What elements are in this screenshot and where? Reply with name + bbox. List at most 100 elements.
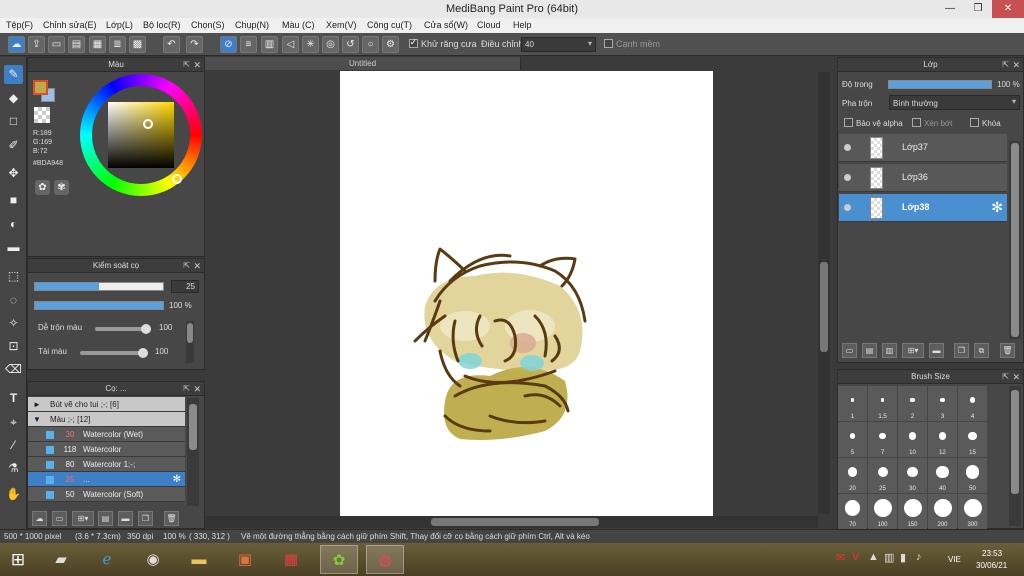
close-button[interactable]: ✕ [992,0,1024,18]
expand-icon[interactable]: ⇱ [183,259,190,273]
expand-icon[interactable]: ⇱ [1002,370,1009,384]
snap-settings-icon[interactable]: ⚙ [382,36,399,53]
lock-checkbox[interactable] [970,118,979,127]
snap-grid-icon[interactable]: ▥ [261,36,278,53]
eyedropper-tool-icon[interactable]: ⁄ [4,436,23,455]
canvas-tab[interactable]: Untitled [205,57,521,70]
share-icon[interactable]: ⇪ [28,36,45,53]
brush-control-scrollbar[interactable] [186,321,194,363]
tray-network-icon[interactable]: ▥ [884,551,894,564]
palette-add-icon[interactable]: ✾ [54,180,69,195]
brush-item[interactable]: 25... ✻ [28,472,185,487]
eye-icon[interactable] [844,174,851,181]
restore-button[interactable]: ❐ [964,0,992,18]
drawing-canvas[interactable] [340,71,713,516]
menu-help[interactable]: Help [513,20,532,30]
canvas-horizontal-scrollbar[interactable] [205,516,818,528]
minimize-button[interactable]: — [936,0,964,18]
brush-group-2[interactable]: ▼ Màu ;-; [12] [28,412,185,427]
bucket-tool-icon[interactable]: ◐ [4,215,23,234]
brush-folder-icon[interactable]: ▬ [118,511,133,526]
close-icon[interactable]: ✕ [193,259,201,273]
layer-opacity-slider[interactable] [888,80,992,89]
snap-curve-icon[interactable]: ↺ [342,36,359,53]
brush-tool-icon[interactable]: ✎ [4,65,23,84]
brush-size-cell[interactable]: 25 [868,458,897,493]
brush-size-cell[interactable]: 150 [898,494,927,529]
brush-duplicate-icon[interactable]: ❐ [138,511,153,526]
menu-tools[interactable]: Công cụ(T) [367,20,412,30]
color-load-slider[interactable] [80,348,148,358]
transparent-color-swatch[interactable] [34,107,50,123]
gear-icon[interactable]: ✻ [173,472,181,487]
snap-ellipse-icon[interactable]: ○ [362,36,379,53]
brush-item[interactable]: 30 Watercolor (Wet) [28,427,185,442]
brush-item[interactable]: 118 Watercolor [28,442,185,457]
medibang-inactive-icon[interactable]: ✿ [320,545,358,574]
new-8bit-layer-icon[interactable]: ▥ [882,343,897,358]
menu-select[interactable]: Chọn(S) [191,20,225,30]
magic-wand-icon[interactable]: ✧ [4,314,23,333]
brush-size-cell[interactable]: 200 [928,494,957,529]
move-tool-icon[interactable]: ✥ [4,164,23,183]
brush-opacity-slider[interactable] [34,301,164,310]
brush-new-icon[interactable]: ▭ [52,511,67,526]
layer-blend-dropdown[interactable]: Bình thường ▾ [889,95,1020,110]
brush-size-cell[interactable]: 1.5 [868,386,897,421]
brush-size-cell[interactable]: 2 [898,386,927,421]
brush-size-cell[interactable]: 3 [928,386,957,421]
primary-color-swatch[interactable] [33,80,48,95]
app-icon[interactable]: ▣ [226,545,264,574]
snap-parallel-icon[interactable]: ≡ [240,36,257,53]
document-icon[interactable]: ▦ [89,36,106,53]
brush-group-1[interactable]: ► Bút vẽ cho tui ;-; [6] [28,397,185,412]
brush-size-slider[interactable] [34,282,164,291]
list-icon[interactable]: ≣ [109,36,126,53]
hue-wheel[interactable] [80,74,202,196]
delete-layer-icon[interactable]: 🗑 [1000,343,1015,358]
canvas-vertical-scrollbar[interactable] [818,72,830,514]
brush-size-cell[interactable]: 7 [868,422,897,457]
comment-icon[interactable]: ▭ [48,36,65,53]
close-icon[interactable]: ✕ [193,382,201,396]
pipette-tool-icon[interactable]: ⚗ [4,459,23,478]
brush-size-value[interactable]: 25 [171,280,199,293]
saturation-value-square[interactable] [108,102,174,168]
windows-start-icon[interactable]: ⊞ [0,545,36,574]
tray-app-icon[interactable]: ✉ [836,551,845,564]
menu-layer[interactable]: Lớp(L) [106,20,133,30]
color-load-slider-thumb[interactable] [138,348,148,358]
brush-cloud-icon[interactable]: ☁ [32,511,47,526]
snap-perspective-icon[interactable]: ◁ [282,36,299,53]
select-eraser-icon[interactable]: ⌫ [4,360,23,379]
marquee-tool-icon[interactable]: ⬚ [4,267,23,286]
tray-volume-icon[interactable]: ♪ [916,551,922,563]
menu-file[interactable]: Tệp(F) [6,20,33,30]
brush-props-icon[interactable]: ▤ [98,511,113,526]
store-icon[interactable]: ▦ [272,545,310,574]
brush-size-cell[interactable]: 15 [958,422,987,457]
bluestacks-app-icon[interactable]: ▰ [42,545,80,574]
new-layer-icon[interactable]: ▭ [842,343,857,358]
file-explorer-icon[interactable]: ▬ [180,545,218,574]
brush-add-icon[interactable]: ⊞▾ [72,511,94,526]
snap-radial-icon[interactable]: ✳ [302,36,319,53]
menu-edit[interactable]: Chỉnh sửa(E) [43,20,97,30]
brush-size-cell[interactable]: 1 [838,386,867,421]
menu-filter[interactable]: Bộ lọc(R) [143,20,181,30]
expand-icon[interactable]: ⇱ [1002,58,1009,72]
brush-size-cell[interactable]: 10 [898,422,927,457]
brush-size-cell[interactable]: 40 [928,458,957,493]
close-icon[interactable]: ✕ [1012,370,1020,384]
snap-off-icon[interactable]: ⊘ [220,36,237,53]
edge-checkbox[interactable] [604,39,613,48]
brush-trash-icon[interactable]: 🗑 [164,511,179,526]
divide-tool-icon[interactable]: ⌖ [4,413,23,432]
brush-size-cell[interactable]: 300 [958,494,987,529]
undo-icon[interactable]: ↶ [163,36,180,53]
brush-list-scrollbar[interactable] [187,398,199,506]
menu-cloud[interactable]: Cloud [477,20,501,30]
hand-tool-icon[interactable]: ✋ [4,485,23,504]
eraser-tool-icon[interactable]: ◆ [4,89,23,108]
merge-layer-icon[interactable]: ⧉ [974,343,989,358]
